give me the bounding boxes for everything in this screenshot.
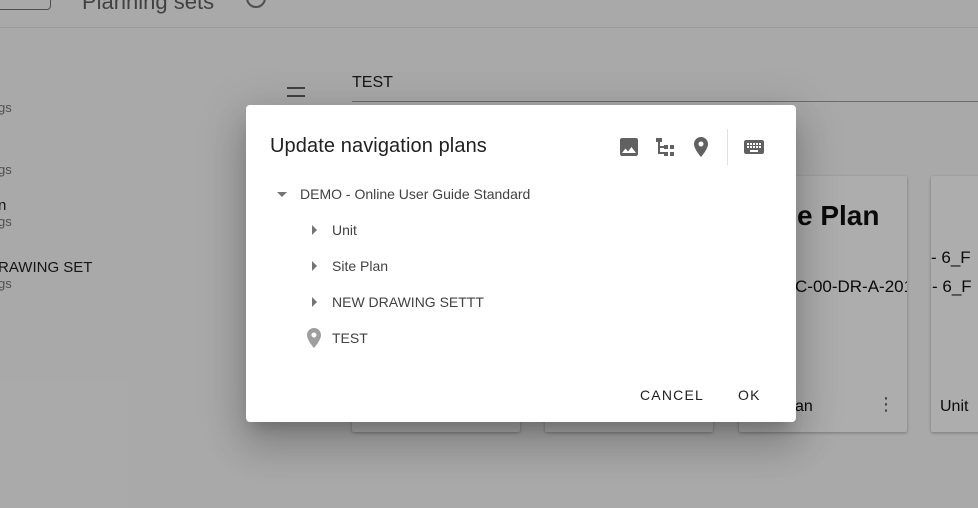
caret-right-icon[interactable] xyxy=(302,290,326,314)
ok-button[interactable]: OK xyxy=(738,387,761,403)
tree-node-unit[interactable]: Unit xyxy=(302,218,357,242)
tree-node-label: Unit xyxy=(332,222,357,238)
tree-node-label: NEW DRAWING SETTT xyxy=(332,294,484,310)
caret-down-icon[interactable] xyxy=(270,182,294,206)
caret-right-icon[interactable] xyxy=(302,254,326,278)
tree-node-site-plan[interactable]: Site Plan xyxy=(302,254,388,278)
keyboard-icon[interactable] xyxy=(742,135,766,159)
tree-node-test[interactable]: TEST xyxy=(302,326,368,350)
location-pin-icon[interactable] xyxy=(689,135,713,159)
image-icon[interactable] xyxy=(617,135,641,159)
tree-node-label: TEST xyxy=(332,330,368,346)
tree-node-label: Site Plan xyxy=(332,258,389,274)
tree-node-new-drawing-settt[interactable]: NEW DRAWING SETTT xyxy=(302,290,484,314)
tree-node-label: DEMO - Online User Guide Standard xyxy=(300,186,531,202)
tree-structure-icon[interactable] xyxy=(653,135,677,159)
tree-node-root[interactable]: DEMO - Online User Guide Standard xyxy=(270,182,530,206)
caret-right-icon[interactable] xyxy=(302,218,326,242)
dialog-title: Update navigation plans xyxy=(270,135,487,157)
toolbar-divider xyxy=(727,129,728,165)
update-navigation-plans-dialog: Update navigation plans DEMO - Online Us… xyxy=(246,105,796,422)
cancel-button[interactable]: CANCEL xyxy=(640,387,704,403)
location-pin-icon xyxy=(302,326,326,350)
